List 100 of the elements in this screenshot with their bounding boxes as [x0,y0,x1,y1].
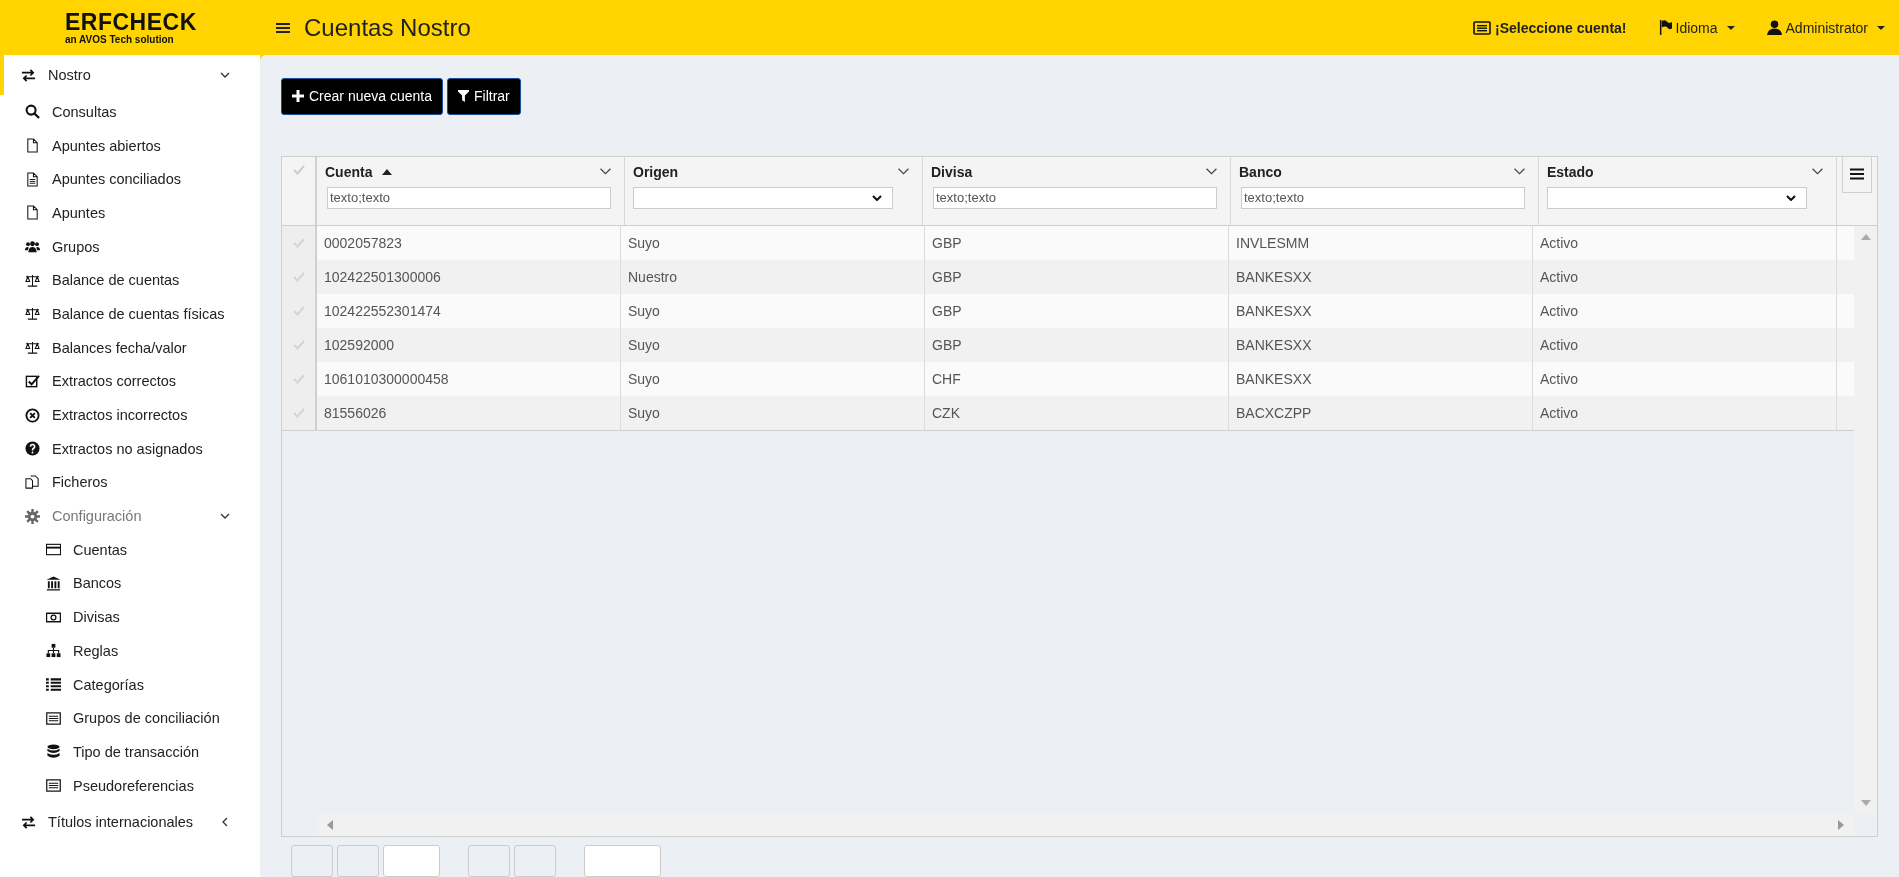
row-checkbox[interactable] [282,225,317,260]
table-cell: 0002057823 [317,225,621,260]
scroll-left-icon[interactable] [327,820,333,830]
sidebar-item[interactable]: Tipo de transacción [0,735,260,769]
page-field[interactable] [383,845,440,877]
column-header[interactable]: Origen [633,163,679,180]
sidebar-item[interactable]: Apuntes abiertos [0,128,260,163]
sidebar-item[interactable]: Apuntes conciliados [0,162,260,197]
scroll-down-icon[interactable] [1860,800,1871,806]
filter-field[interactable]: texto;texto [327,186,611,209]
column-header[interactable]: Divisa [931,163,973,180]
table-cell: BACXCZPP [1229,395,1533,430]
table-cell: 1061010300000458 [317,361,621,396]
sidebar-item[interactable]: Ficheros [0,465,260,500]
sidebar-item[interactable]: Bancos [0,566,260,601]
gear-icon [25,508,40,524]
pager-button[interactable] [468,845,510,877]
checkmark-icon [292,271,305,282]
sort-ascending-icon [382,168,393,175]
column-header[interactable]: Banco [1239,163,1282,180]
column-header[interactable]: Estado [1547,163,1594,180]
pager-button[interactable] [291,845,333,877]
file-icon [25,205,40,221]
filter-field[interactable]: texto;texto [1241,186,1525,209]
scroll-right-icon[interactable] [1838,820,1844,830]
column-menu-icon[interactable] [600,168,611,176]
sidebar-item[interactable]: Apuntes [0,196,260,230]
table-cell: GBP [925,225,1229,260]
table-cell: 102592000 [317,327,621,362]
menu-icon[interactable] [276,21,290,34]
database-icon [46,744,61,760]
language-menu[interactable]: Idioma [1658,19,1735,36]
horizontal-scrollbar[interactable] [317,814,1854,836]
sidebar-item[interactable]: Extractos incorrectos [0,398,260,432]
pager-button[interactable] [337,845,379,877]
account-selector[interactable]: ¡Seleccione cuenta! [1473,19,1627,36]
listalt-icon [46,710,61,726]
sidebar-item[interactable]: Balance de cuentas [0,263,260,298]
sidebar-item[interactable]: Divisas [0,600,260,634]
table-cell: BANKESXX [1229,293,1533,328]
sidebar-group[interactable]: Títulos internacionales [0,802,260,843]
sidebar-item[interactable]: Pseudoreferencias [0,768,260,803]
menu-icon [1850,168,1864,181]
checksq-icon [25,373,40,389]
checkmark-icon [292,164,305,175]
table-cell: Activo [1533,327,1837,362]
checkmark-icon [292,339,305,350]
table-cell: Suyo [621,361,925,396]
logo-wordmark: ERFCHECK [65,10,198,34]
column-menu-icon[interactable] [1514,168,1525,176]
create-account-button[interactable]: Crear nueva cuenta [281,78,443,115]
checkmark-icon [292,373,305,384]
sidebar-item[interactable]: Categorías [0,667,260,702]
chevron-icon [220,70,230,80]
table-cell: 81556026 [317,395,621,430]
checkmark-icon [292,237,305,248]
users-icon [25,239,40,255]
filter-field[interactable]: texto;texto [933,186,1217,209]
sidebar-item[interactable]: Consultas [0,95,260,129]
table-cell: Suyo [621,395,925,430]
page-size-field[interactable] [584,845,661,877]
filter-icon [457,90,469,103]
page-title: Cuentas Nostro [304,13,471,42]
scale-icon [25,272,40,288]
search-icon [25,104,40,120]
sidebar-item[interactable]: Cuentas [0,532,260,567]
chevron-down-icon [1786,194,1796,201]
column-menu-icon[interactable] [1206,168,1217,176]
table-cell: Activo [1533,293,1837,328]
sidebar-group[interactable]: Configuración [0,499,260,533]
vertical-scrollbar[interactable] [1854,225,1877,814]
chevron-icon [220,817,230,828]
table-cell: BANKESXX [1229,361,1533,396]
sidebar-item[interactable]: Reglas [0,634,260,668]
table-cell: 102422552301474 [317,293,621,328]
sidebar-item[interactable]: Extractos correctos [0,364,260,399]
sidebar-item[interactable]: Balance de cuentas físicas [0,297,260,331]
table-cell: Activo [1533,259,1837,294]
table-cell: INVLESMM [1229,225,1533,260]
column-menu-icon[interactable] [1812,168,1823,176]
filter-button[interactable]: Filtrar [446,78,521,115]
column-menu-icon[interactable] [898,168,909,176]
sidebar-item[interactable]: Extractos no asignados [0,431,260,466]
user-menu[interactable]: Administrator [1766,19,1885,36]
sidebar-item[interactable]: Grupos de conciliación [0,701,260,736]
scale-icon [25,306,40,322]
files-icon [25,474,40,490]
sidebar-item[interactable]: Balances fecha/valor [0,330,260,365]
grid-menu-button[interactable] [1842,156,1872,193]
swap-icon [21,814,36,830]
file-icon [25,138,40,154]
pager-button[interactable] [514,845,556,877]
scroll-up-icon[interactable] [1860,233,1871,240]
filter-dropdown[interactable] [1547,186,1807,209]
checkmark-icon [292,407,305,418]
column-header[interactable]: Cuenta [325,163,373,180]
sidebar-item[interactable]: Grupos [0,229,260,264]
bank-icon [46,575,61,591]
swap-icon [21,67,36,83]
filter-dropdown[interactable] [633,186,893,209]
